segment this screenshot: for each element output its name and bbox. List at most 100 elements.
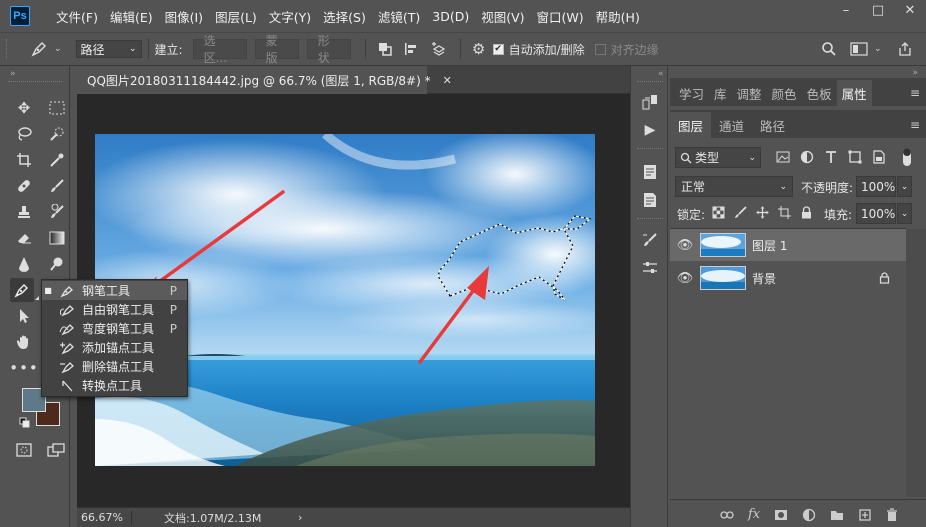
gear-icon[interactable]: ⚙ bbox=[467, 40, 491, 58]
zoom-level[interactable]: 66.67% bbox=[77, 511, 131, 524]
glyphs-panel-icon[interactable] bbox=[640, 190, 660, 210]
gradient-tool-icon[interactable] bbox=[45, 226, 69, 250]
collapse-icon[interactable]: » bbox=[10, 69, 16, 79]
lock-artboard-icon[interactable] bbox=[778, 206, 791, 219]
menu-item[interactable]: 图像(I) bbox=[159, 0, 209, 32]
panel-tab[interactable]: 学习 bbox=[674, 80, 709, 106]
actions-play-icon[interactable]: ▶ bbox=[640, 120, 660, 140]
menu-item[interactable]: 文字(Y) bbox=[263, 0, 317, 32]
menu-item[interactable]: 3D(D) bbox=[426, 0, 475, 32]
mode-select[interactable]: 路径 ⌄ bbox=[75, 40, 142, 58]
notes-panel-icon[interactable] bbox=[640, 162, 660, 182]
collapse-icon[interactable]: » bbox=[912, 68, 918, 78]
eraser-tool-icon[interactable] bbox=[12, 226, 36, 250]
new-group-icon[interactable] bbox=[830, 509, 844, 521]
marquee-tool-icon[interactable] bbox=[45, 96, 69, 120]
layers-scrollbar[interactable] bbox=[906, 229, 926, 497]
menu-item[interactable]: 文件(F) bbox=[50, 0, 104, 32]
add-mask-icon[interactable] bbox=[774, 509, 788, 521]
adjustment-filter-icon[interactable] bbox=[800, 150, 814, 164]
minimize-button[interactable]: – bbox=[830, 0, 862, 20]
dodge-tool-icon[interactable] bbox=[45, 252, 69, 276]
move-tool-icon[interactable]: ✥ bbox=[12, 96, 36, 120]
panel-tab[interactable]: 库 bbox=[709, 80, 732, 106]
shape-button[interactable]: 形状 bbox=[306, 34, 351, 65]
opacity-input[interactable]: 100% bbox=[856, 176, 896, 197]
menu-item[interactable]: 选择(S) bbox=[317, 0, 372, 32]
status-menu-arrow[interactable]: › bbox=[298, 511, 302, 524]
history-panel-icon[interactable] bbox=[640, 92, 660, 112]
share-icon[interactable] bbox=[894, 41, 916, 57]
menu-item[interactable]: 编辑(E) bbox=[104, 0, 159, 32]
lasso-tool-icon[interactable] bbox=[12, 122, 36, 146]
close-window-button[interactable]: ✕ bbox=[894, 0, 926, 20]
fill-input[interactable]: 100% bbox=[856, 203, 896, 224]
link-layers-icon[interactable] bbox=[720, 509, 734, 521]
strip-grip[interactable] bbox=[637, 81, 663, 82]
panel-tab[interactable]: 调整 bbox=[732, 80, 767, 106]
menu-item[interactable]: 视图(V) bbox=[475, 0, 530, 32]
layers-panel-tab[interactable]: 通道 bbox=[711, 112, 752, 138]
new-layer-icon[interactable] bbox=[858, 508, 872, 522]
layers-panel-tab[interactable]: 图层 bbox=[670, 112, 712, 138]
smart-object-filter-icon[interactable] bbox=[872, 150, 886, 164]
maximize-button[interactable]: □ bbox=[862, 0, 894, 20]
visibility-eye-icon[interactable]: 👁 bbox=[670, 238, 700, 253]
adjustments-sliders-icon[interactable] bbox=[640, 258, 660, 278]
mask-button[interactable]: 蒙版 bbox=[254, 34, 299, 65]
quick-selection-tool-icon[interactable] bbox=[45, 122, 69, 146]
brush-tool-icon[interactable] bbox=[45, 174, 69, 198]
panel-tab[interactable]: 色板 bbox=[802, 80, 837, 106]
flyout-menu-item[interactable]: 自由钢笔工具 P bbox=[42, 300, 187, 319]
search-icon[interactable] bbox=[818, 41, 840, 57]
flyout-menu-item[interactable]: ■ 钢笔工具 P bbox=[42, 281, 187, 300]
blend-mode-select[interactable]: 正常 ⌄ bbox=[675, 176, 793, 197]
type-filter-icon[interactable] bbox=[824, 150, 838, 164]
blur-tool-icon[interactable] bbox=[12, 252, 36, 276]
clone-stamp-tool-icon[interactable] bbox=[12, 200, 36, 224]
visibility-eye-icon[interactable]: 👁 bbox=[670, 271, 700, 286]
flyout-menu-item[interactable]: 添加锚点工具 bbox=[42, 338, 187, 357]
fill-dropdown-arrow[interactable]: ⌄ bbox=[897, 203, 912, 224]
healing-brush-tool-icon[interactable] bbox=[12, 174, 36, 198]
menu-item[interactable]: 窗口(W) bbox=[531, 0, 590, 32]
lock-position-icon[interactable] bbox=[756, 206, 769, 219]
more-tools-icon[interactable]: ••• bbox=[9, 356, 38, 380]
workspace-icon[interactable] bbox=[848, 42, 870, 56]
menu-item[interactable]: 滤镜(T) bbox=[372, 0, 426, 32]
auto-add-delete-checkbox[interactable]: ✔ bbox=[492, 43, 504, 55]
close-tab-icon[interactable]: ✕ bbox=[443, 74, 452, 87]
path-operations-icon[interactable] bbox=[372, 41, 398, 57]
panel-menu-icon[interactable]: ≡ bbox=[910, 118, 920, 132]
eyedropper-tool-icon[interactable] bbox=[45, 148, 69, 172]
brush-settings-icon[interactable] bbox=[640, 230, 660, 250]
screen-mode-icon[interactable] bbox=[44, 438, 68, 462]
panel-tab[interactable]: 颜色 bbox=[767, 80, 802, 106]
menu-item[interactable]: 帮助(H) bbox=[590, 0, 646, 32]
chevron-down-icon[interactable]: ⌄ bbox=[874, 44, 882, 54]
flyout-menu-item[interactable]: 弯度钢笔工具 P bbox=[42, 319, 187, 338]
image-filter-icon[interactable] bbox=[776, 150, 790, 164]
selection-button[interactable]: 选区... bbox=[192, 34, 247, 65]
layer-row[interactable]: 👁 图层 1 bbox=[670, 229, 906, 261]
shape-filter-icon[interactable] bbox=[848, 150, 862, 164]
panel-tab[interactable]: 属性 bbox=[836, 80, 872, 106]
panel-menu-icon[interactable]: ≡ bbox=[910, 86, 920, 100]
pen-tool-icon[interactable] bbox=[10, 278, 34, 302]
expand-icon[interactable]: « bbox=[658, 69, 664, 79]
path-arrangement-icon[interactable] bbox=[424, 41, 454, 57]
flyout-menu-item[interactable]: 转换点工具 bbox=[42, 376, 187, 395]
toolbar-grip[interactable] bbox=[8, 81, 62, 82]
chevron-down-icon[interactable]: ⌄ bbox=[54, 44, 62, 54]
layer-style-fx-icon[interactable]: fx bbox=[748, 507, 760, 522]
align-edges-checkbox[interactable] bbox=[594, 43, 606, 55]
history-brush-tool-icon[interactable] bbox=[45, 200, 69, 224]
layer-filter-select[interactable]: 类型 ⌄ bbox=[675, 147, 761, 168]
filter-toggle-switch[interactable] bbox=[903, 148, 911, 166]
flyout-menu-item[interactable]: 删除锚点工具 bbox=[42, 357, 187, 376]
default-colors-icon[interactable] bbox=[19, 417, 31, 432]
path-alignment-icon[interactable] bbox=[398, 41, 424, 57]
quick-mask-icon[interactable] bbox=[12, 438, 36, 462]
options-grip[interactable] bbox=[6, 39, 10, 59]
lock-all-icon[interactable] bbox=[800, 206, 813, 219]
